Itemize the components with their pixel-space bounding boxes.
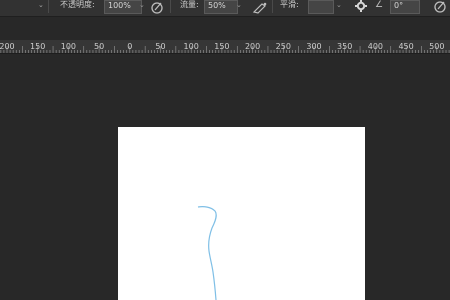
separator	[48, 0, 49, 13]
ruler-tick-label: 250	[275, 42, 291, 51]
smoothing-label: 平滑:	[280, 0, 299, 9]
opacity-label: 不透明度:	[60, 0, 95, 9]
preset-dropdown-arrow-icon[interactable]: ⌄	[38, 0, 44, 14]
opacity-dropdown-icon[interactable]: ⌄	[139, 0, 145, 14]
ruler-tick-label: 150	[30, 42, 46, 51]
ruler-tick-label: 400	[367, 42, 384, 51]
separator	[170, 0, 171, 13]
ruler-tick-label: 350	[337, 42, 353, 51]
smoothing-input[interactable]	[308, 0, 334, 14]
ruler-tick-label: 100	[60, 42, 77, 51]
flow-input[interactable]: 50%	[204, 0, 238, 14]
ruler-tick-label: 300	[306, 42, 322, 51]
angle-icon: ∠	[375, 0, 384, 10]
ruler-tick-label: 200	[0, 42, 15, 51]
ruler-tick-label: 450	[398, 42, 414, 51]
ruler-tick-label: 200	[244, 42, 261, 51]
options-bar: ⌄ 不透明度: 100% ⌄ 流量: 50% ⌄ 平滑: ⌄ ∠ 0°	[0, 0, 450, 17]
document-canvas[interactable]	[118, 127, 365, 300]
separator	[272, 0, 273, 13]
gear-icon[interactable]	[354, 0, 368, 14]
ruler-tick-label: 150	[214, 42, 230, 51]
angle-input[interactable]: 0°	[390, 0, 420, 14]
ruler-tick-label: 50	[94, 42, 105, 51]
ruler-tick-label: 50	[155, 42, 166, 51]
brush-stroke	[197, 206, 217, 300]
flow-label: 流量:	[180, 0, 199, 9]
pressure-size-icon[interactable]	[433, 1, 447, 15]
opacity-pressure-icon[interactable]	[150, 2, 164, 16]
smoothing-dropdown-icon[interactable]: ⌄	[336, 0, 342, 14]
opacity-input[interactable]: 100%	[104, 0, 142, 14]
ruler-tick-label: 500	[429, 42, 445, 51]
ruler-tick-label: 100	[183, 42, 199, 51]
horizontal-ruler: 200 150 100 50 0 50 100 150 200 250 300 350 400 450 50…	[0, 40, 450, 54]
airbrush-icon[interactable]	[252, 1, 268, 15]
flow-dropdown-icon[interactable]: ⌄	[236, 0, 242, 14]
ruler-tick-label: 0	[127, 42, 133, 51]
